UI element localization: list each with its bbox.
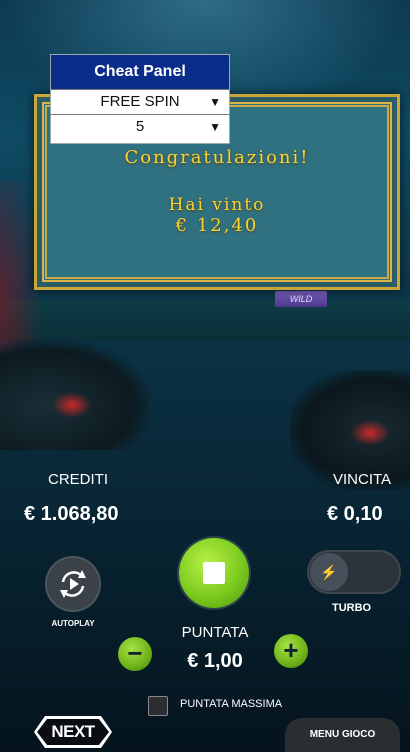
increase-bet-button[interactable]: + <box>274 634 308 668</box>
autoplay-label: AUTOPLAY <box>51 619 95 628</box>
max-bet-checkbox[interactable] <box>148 696 168 716</box>
lava-glow <box>52 392 92 418</box>
lightning-icon: ⚡ <box>310 553 348 591</box>
win-subtitle: Hai vinto <box>168 195 266 215</box>
chevron-down-icon: ▼ <box>209 120 221 134</box>
win-label: VINCITA <box>333 471 392 488</box>
bet-value: € 1,00 <box>187 650 243 672</box>
turbo-toggle[interactable]: ⚡ <box>307 550 401 594</box>
autoplay-icon <box>60 570 86 598</box>
cheat-mode-select[interactable]: FREE SPIN ▼ <box>51 89 229 114</box>
spin-stop-button[interactable] <box>179 538 249 608</box>
turbo-label: TURBO <box>332 602 372 614</box>
autoplay-button[interactable] <box>45 556 101 612</box>
max-bet-label: PUNTATA MASSIMA <box>180 698 283 710</box>
cheat-panel-title: Cheat Panel <box>51 55 229 89</box>
lava-glow <box>350 420 390 446</box>
credits-label: CREDITI <box>48 471 108 488</box>
credits-value: € 1.068,80 <box>24 503 119 525</box>
wild-symbol: WILD <box>275 291 327 307</box>
chevron-down-icon: ▼ <box>209 95 221 109</box>
stop-icon <box>203 562 225 584</box>
win-amount: € 12,40 <box>175 215 259 236</box>
cheat-panel: Cheat Panel FREE SPIN ▼ 5 ▼ <box>50 54 230 144</box>
reel-base <box>0 300 410 340</box>
cheat-mode-value: FREE SPIN <box>100 93 180 110</box>
win-value: € 0,10 <box>327 503 383 525</box>
brand-logo: NEXT <box>37 719 109 745</box>
game-menu-button[interactable]: MENU GIOCO <box>285 718 400 752</box>
decrease-bet-button[interactable]: − <box>118 637 152 671</box>
win-title: Congratulazioni! <box>124 147 310 168</box>
cheat-count-select[interactable]: 5 ▼ <box>51 114 229 139</box>
bet-label: PUNTATA <box>181 624 249 641</box>
cheat-count-value: 5 <box>135 118 145 135</box>
